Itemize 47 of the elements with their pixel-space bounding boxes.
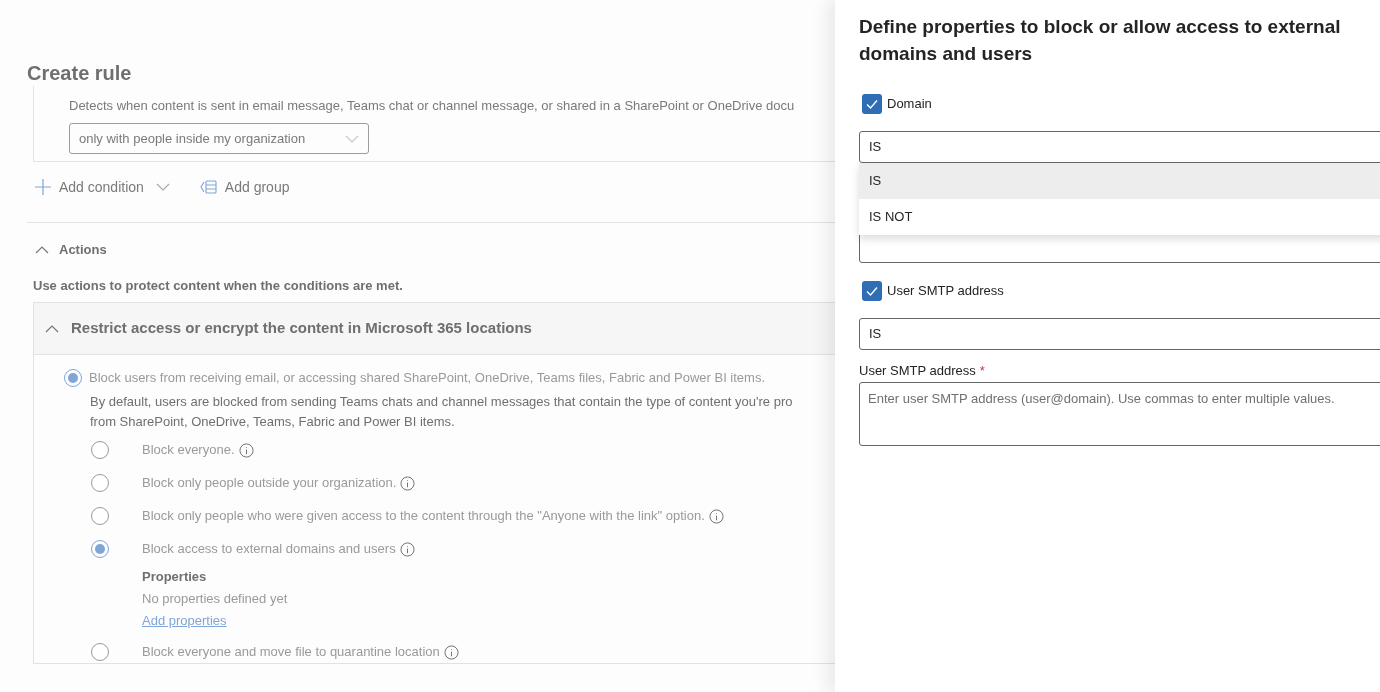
actions-heading: Actions <box>59 241 107 260</box>
checkbox-label: Domain <box>887 95 932 114</box>
info-icon[interactable] <box>238 442 254 458</box>
checkbox[interactable] <box>862 281 882 301</box>
info-icon[interactable] <box>708 508 724 524</box>
option-label: Block everyone. <box>142 441 235 460</box>
option-label: Block only people who were given access to the content through the "Anyone with the link" option. <box>142 507 705 526</box>
option-label: Block access to external domains and users <box>142 540 396 559</box>
plus-icon <box>35 179 51 195</box>
checkmark-icon <box>865 97 879 111</box>
operator-dropdown[interactable]: IS <box>859 318 1380 350</box>
panel-title: Define properties to block or allow access to external domains and users <box>859 15 1342 66</box>
condition-description: Detects when content is sent in email message, Teams chat or channel message, or shared in a SharePoint or OneDrive docu <box>69 97 796 115</box>
menu-item[interactable]: IS <box>859 163 1380 199</box>
radio-button[interactable] <box>91 441 109 459</box>
operator-dropdown[interactable]: IS <box>859 131 1380 163</box>
properties-heading: Properties <box>142 567 208 586</box>
radio-button[interactable] <box>91 474 109 492</box>
required-asterisk: * <box>979 362 985 381</box>
option-label: Block everyone and move file to quarantine location <box>142 643 440 662</box>
add-condition-button[interactable]: Add condition <box>35 176 170 198</box>
condition-dropdown[interactable]: only with people inside my organization <box>69 123 369 154</box>
option-label: Block only people outside your organization. <box>142 474 397 493</box>
section-title: Restrict access or encrypt the content in Microsoft 365 locations <box>71 318 532 339</box>
checkbox[interactable] <box>862 94 882 114</box>
section-header[interactable]: Restrict access or encrypt the content in Microsoft 365 locations <box>34 303 835 355</box>
actions-description: Use actions to protect content when the conditions are met. <box>33 278 404 294</box>
group-icon <box>199 180 217 194</box>
checkmark-icon <box>865 284 879 298</box>
field-label: User SMTP address <box>859 362 976 381</box>
chevron-down-icon <box>155 183 170 191</box>
smtp-address-field[interactable]: Enter user SMTP address (user@domain). Use commas to enter multiple values. <box>859 382 1380 446</box>
menu-item[interactable]: IS NOT <box>859 199 1380 235</box>
option-description: By default, users are blocked from sending Teams chats and channel messages that contain the type of content you're pro from SharePoint, OneDrive, Teams, Fabric and Power BI items. <box>90 392 794 431</box>
checkbox-label: User SMTP address <box>887 282 1004 301</box>
add-group-button[interactable]: Add group <box>199 176 290 198</box>
radio-button[interactable] <box>91 507 109 525</box>
add-properties-link[interactable]: Add properties <box>142 609 227 632</box>
info-icon[interactable] <box>400 475 416 491</box>
actions-header[interactable]: Actions <box>35 242 835 258</box>
page-title: Create rule <box>27 61 133 86</box>
radio-button[interactable] <box>91 643 109 661</box>
info-icon[interactable] <box>443 644 459 660</box>
info-icon[interactable] <box>399 541 415 557</box>
option-label: Block users from receiving email, or accessing shared SharePoint, OneDrive, Teams files, Fabric and Power BI items. <box>89 369 766 387</box>
properties-empty-text: No properties defined yet <box>142 589 289 608</box>
chevron-down-icon <box>345 134 359 143</box>
